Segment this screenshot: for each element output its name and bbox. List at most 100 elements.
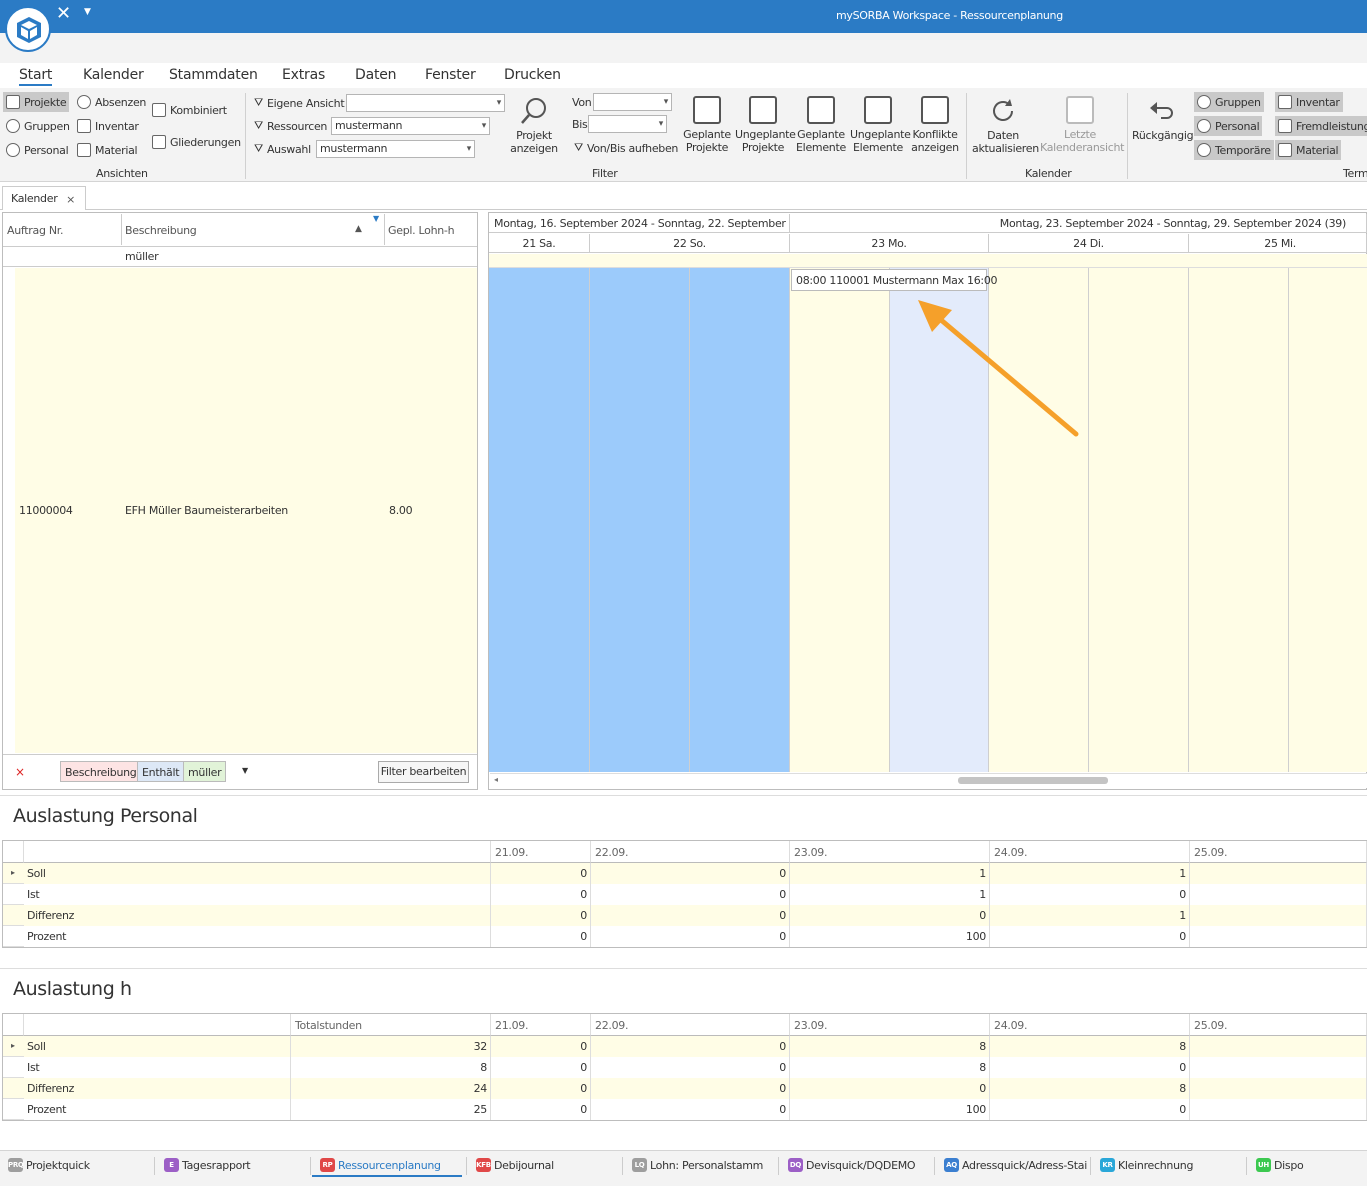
clear-filter-icon[interactable]: ×: [15, 765, 25, 779]
person-icon: [1197, 119, 1211, 133]
window-tab-devisquick-dqdemo[interactable]: DQ Devisquick/DQDEMO: [788, 1158, 916, 1172]
filter-chip-value[interactable]: müller: [183, 761, 227, 782]
filter-bearbeiten-button[interactable]: Filter bearbeiten: [378, 761, 469, 783]
filter-cell-beschreibung[interactable]: müller: [125, 250, 159, 263]
day-column-25-am[interactable]: [1189, 268, 1289, 772]
window-tab-tagesrapport[interactable]: E Tagesrapport: [164, 1158, 251, 1172]
tab-daten[interactable]: Daten: [355, 67, 397, 83]
termine-temporaere-button[interactable]: Temporäre: [1194, 140, 1274, 160]
auswahl-select[interactable]: mustermann: [316, 140, 475, 158]
expand-row-icon[interactable]: ▸: [8, 863, 20, 884]
tab-drucken[interactable]: Drucken: [504, 67, 561, 83]
ressourcen-select[interactable]: mustermann: [331, 117, 490, 135]
day-header-21[interactable]: 21 Sa.: [489, 234, 590, 253]
funnel-clear-icon: ⛛: [574, 141, 583, 154]
bis-date-input[interactable]: [588, 115, 667, 133]
day-column-22-am[interactable]: [590, 268, 690, 772]
window-tab-kleinrechnung[interactable]: KR Kleinrechnung: [1100, 1158, 1193, 1172]
cell-auftrag[interactable]: 11000004: [19, 504, 73, 517]
cell-value: 8: [790, 1057, 990, 1078]
day-column-23-am[interactable]: [790, 268, 890, 772]
header-date[interactable]: 23.09.: [790, 841, 990, 863]
undo-button[interactable]: Rückgängig: [1132, 96, 1194, 142]
tab-fenster[interactable]: Fenster: [425, 67, 476, 83]
projekte-button[interactable]: Projekte: [3, 92, 70, 112]
window-tab-dispo[interactable]: UH Dispo: [1256, 1158, 1304, 1172]
window-tab-ressourcenplanung[interactable]: RP Ressourcenplanung: [312, 1158, 462, 1177]
termine-inventar-button[interactable]: Inventar: [1275, 92, 1343, 112]
projekt-anzeigen-button[interactable]: Projekt anzeigen: [510, 96, 558, 155]
header-date[interactable]: 23.09.: [790, 1014, 990, 1036]
column-header-lohn[interactable]: Gepl. Lohn-h: [384, 214, 477, 245]
inventar-button[interactable]: Inventar: [77, 116, 139, 136]
filter-dropdown-icon[interactable]: ▼: [242, 766, 248, 775]
termine-gruppen-button[interactable]: Gruppen: [1194, 92, 1264, 112]
window-tab-debijournal[interactable]: KFB Debijournal: [476, 1158, 554, 1172]
tab-stammdaten[interactable]: Stammdaten: [169, 67, 258, 83]
geplante-projekte-button[interactable]: Geplante Projekte: [682, 96, 732, 154]
header-totalstunden[interactable]: Totalstunden: [291, 1014, 491, 1036]
ungeplante-projekte-button[interactable]: Ungeplante Projekte: [735, 96, 796, 154]
day-column-25-pm[interactable]: [1289, 268, 1367, 772]
konflikte-anzeigen-button[interactable]: Konflikte anzeigen: [911, 96, 959, 154]
cell-value: [1190, 905, 1367, 926]
daten-aktualisieren-button[interactable]: Daten aktualisieren: [972, 96, 1039, 155]
window-tab-lohn-personalstamm[interactable]: LQ Lohn: Personalstamm: [632, 1158, 763, 1172]
personal-button[interactable]: Personal: [6, 140, 69, 160]
close-icon[interactable]: ✕: [56, 4, 71, 24]
filter-chip-operator[interactable]: Enthält: [137, 761, 185, 782]
horizontal-scrollbar[interactable]: [490, 773, 1367, 788]
geplante-elemente-button[interactable]: Geplante Elemente: [796, 96, 846, 154]
day-header-24[interactable]: 24 Di.: [989, 234, 1189, 253]
letzte-kalenderansicht-button[interactable]: Letzte Kalenderansicht: [1040, 96, 1124, 154]
window-tab-adressquick-adress-stai[interactable]: AQ Adressquick/Adress-Stai: [944, 1158, 1087, 1172]
termine-personal-button[interactable]: Personal: [1194, 116, 1263, 136]
kombiniert-button[interactable]: Kombiniert: [152, 100, 227, 120]
header-date[interactable]: 22.09.: [591, 841, 790, 863]
termine-fremdleistung-button[interactable]: Fremdleistung: [1275, 116, 1367, 136]
tab-kalender[interactable]: Kalender: [83, 67, 144, 83]
tab-start[interactable]: Start: [19, 67, 52, 86]
column-header-auftrag[interactable]: Auftrag Nr.: [3, 214, 122, 245]
absenzen-button[interactable]: Absenzen: [77, 92, 146, 112]
header-date[interactable]: 24.09.: [990, 1014, 1190, 1036]
filter-chip-field[interactable]: Beschreibung: [60, 761, 142, 782]
tab-extras[interactable]: Extras: [282, 67, 325, 83]
eigene-ansicht-select[interactable]: [346, 94, 505, 112]
header-date[interactable]: 21.09.: [491, 841, 591, 863]
auswahl-label: ⛛ Auswahl: [254, 142, 311, 156]
header-date[interactable]: 25.09.: [1190, 841, 1367, 863]
day-header-25[interactable]: 25 Mi.: [1189, 234, 1367, 253]
day-column-21[interactable]: [489, 268, 590, 772]
von-date-input[interactable]: [593, 93, 672, 111]
material-button[interactable]: Material: [77, 140, 138, 160]
day-column-22-pm[interactable]: [690, 268, 790, 772]
day-column-24-pm[interactable]: [1089, 268, 1189, 772]
appointment[interactable]: 08:00 110001 Mustermann Max 16:00: [791, 269, 998, 291]
header-date[interactable]: 25.09.: [1190, 1014, 1367, 1036]
cell-lohn[interactable]: 8.00: [389, 504, 413, 517]
window-tab-projektquick[interactable]: PRQ Projektquick: [8, 1158, 90, 1172]
gruppen-button[interactable]: Gruppen: [6, 116, 70, 136]
column-header-beschreibung[interactable]: Beschreibung ▲ ▼: [121, 214, 385, 245]
vonbis-aufheben-button[interactable]: ⛛ Von/Bis aufheben: [574, 138, 678, 158]
ungeplante-elemente-button[interactable]: Ungeplante Elemente: [850, 96, 911, 154]
filter-icon[interactable]: ▼: [373, 214, 379, 223]
gliederungen-button[interactable]: Gliederungen: [152, 132, 241, 152]
tab-kalender-document[interactable]: Kalender ×: [2, 186, 86, 210]
app-logo-icon[interactable]: [5, 6, 51, 52]
quick-access-dropdown-icon[interactable]: ▼: [84, 7, 91, 17]
header-date[interactable]: 24.09.: [990, 841, 1190, 863]
scrollbar-thumb[interactable]: [958, 777, 1108, 784]
tab-divider: [622, 1157, 623, 1175]
scroll-left-icon[interactable]: ◂: [494, 775, 498, 784]
day-header-23[interactable]: 23 Mo.: [790, 234, 989, 253]
cell-value: 100: [790, 1099, 990, 1120]
expand-row-icon[interactable]: ▸: [8, 1036, 20, 1057]
day-header-22[interactable]: 22 So.: [590, 234, 790, 253]
close-icon[interactable]: ×: [66, 193, 75, 206]
header-date[interactable]: 22.09.: [591, 1014, 790, 1036]
cell-beschreibung[interactable]: EFH Müller Baumeisterarbeiten: [125, 504, 288, 517]
header-date[interactable]: 21.09.: [491, 1014, 591, 1036]
termine-material-button[interactable]: Material: [1275, 140, 1342, 160]
